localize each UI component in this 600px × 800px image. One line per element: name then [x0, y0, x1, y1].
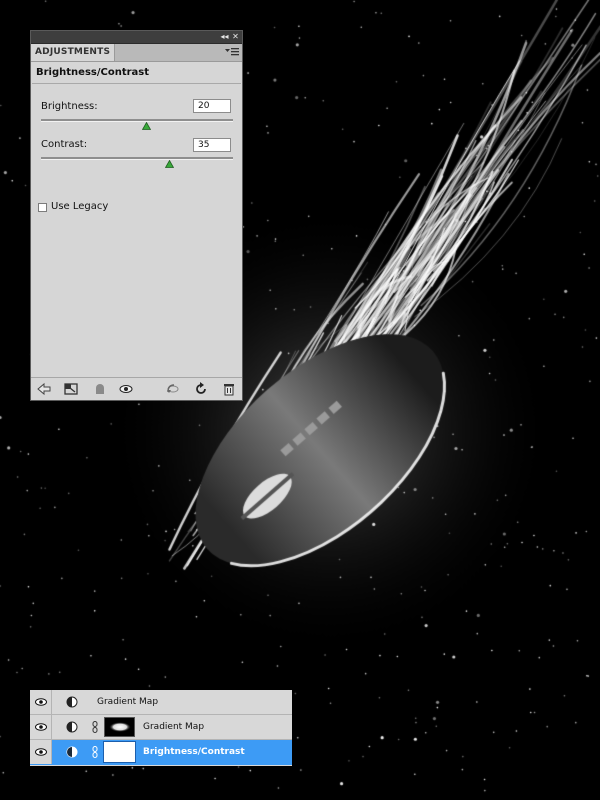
layer-row-gradient-map-2[interactable]: Gradient Map — [30, 715, 292, 740]
title-divider — [32, 83, 241, 84]
layer-visibility-toggle[interactable] — [30, 740, 52, 764]
adjustment-layer-icon — [66, 721, 78, 733]
tab-adjustments[interactable]: ADJUSTMENTS — [31, 44, 115, 61]
layer-row-brightness-contrast[interactable]: Brightness/Contrast — [30, 740, 292, 765]
eye-icon — [35, 723, 47, 731]
delete-icon[interactable] — [222, 382, 236, 396]
layer-visibility-toggle[interactable] — [30, 715, 52, 739]
contrast-slider-thumb[interactable] — [165, 160, 175, 168]
clip-to-layer-icon[interactable] — [93, 382, 107, 396]
layers-list: Gradient Map Gradient Map Brightness/Con… — [30, 690, 292, 766]
panel-top-strip: ◂◂ ✕ — [31, 31, 242, 44]
brightness-label: Brightness: — [41, 101, 98, 112]
expand-view-icon[interactable] — [64, 382, 78, 396]
reset-icon[interactable] — [194, 382, 208, 396]
layer-name: Gradient Map — [97, 697, 159, 707]
layer-mask-thumbnail[interactable] — [103, 741, 136, 763]
layer-row-gradient-map-1[interactable]: Gradient Map — [30, 690, 292, 715]
adjustment-layer-icon — [66, 746, 78, 758]
brightness-slider-track[interactable] — [41, 119, 233, 122]
use-legacy-checkbox[interactable] — [38, 203, 47, 212]
panel-footer — [31, 377, 242, 400]
adjustment-layer-icon — [66, 696, 78, 708]
view-previous-icon[interactable] — [166, 382, 180, 396]
back-arrow-icon[interactable] — [37, 382, 51, 396]
use-legacy-label: Use Legacy — [51, 201, 109, 212]
contrast-label: Contrast: — [41, 139, 88, 150]
adjustments-panel: ◂◂ ✕ ADJUSTMENTS Brightness/Contrast Bri… — [30, 30, 243, 401]
panel-menu-icon[interactable] — [225, 47, 239, 57]
collapse-icon[interactable]: ◂◂ — [219, 31, 230, 43]
mask-link-icon[interactable] — [92, 721, 98, 733]
layer-mask-thumbnail[interactable] — [104, 717, 135, 737]
contrast-slider-track[interactable] — [41, 157, 233, 160]
layer-visibility-toggle[interactable] — [30, 690, 52, 714]
mask-link-icon[interactable] — [92, 746, 98, 758]
layer-name: Brightness/Contrast — [143, 747, 245, 757]
eye-icon — [35, 748, 47, 756]
brightness-slider-thumb[interactable] — [142, 122, 152, 130]
panel-tab-row: ADJUSTMENTS — [31, 44, 242, 62]
contrast-input[interactable]: 35 — [193, 138, 231, 152]
mask-glow-shape — [109, 722, 131, 732]
eye-icon — [35, 698, 47, 706]
close-icon[interactable]: ✕ — [230, 31, 241, 43]
brightness-input[interactable]: 20 — [193, 99, 231, 113]
layer-name: Gradient Map — [143, 722, 205, 732]
panel-title: Brightness/Contrast — [36, 67, 150, 78]
visibility-eye-icon[interactable] — [119, 382, 133, 396]
